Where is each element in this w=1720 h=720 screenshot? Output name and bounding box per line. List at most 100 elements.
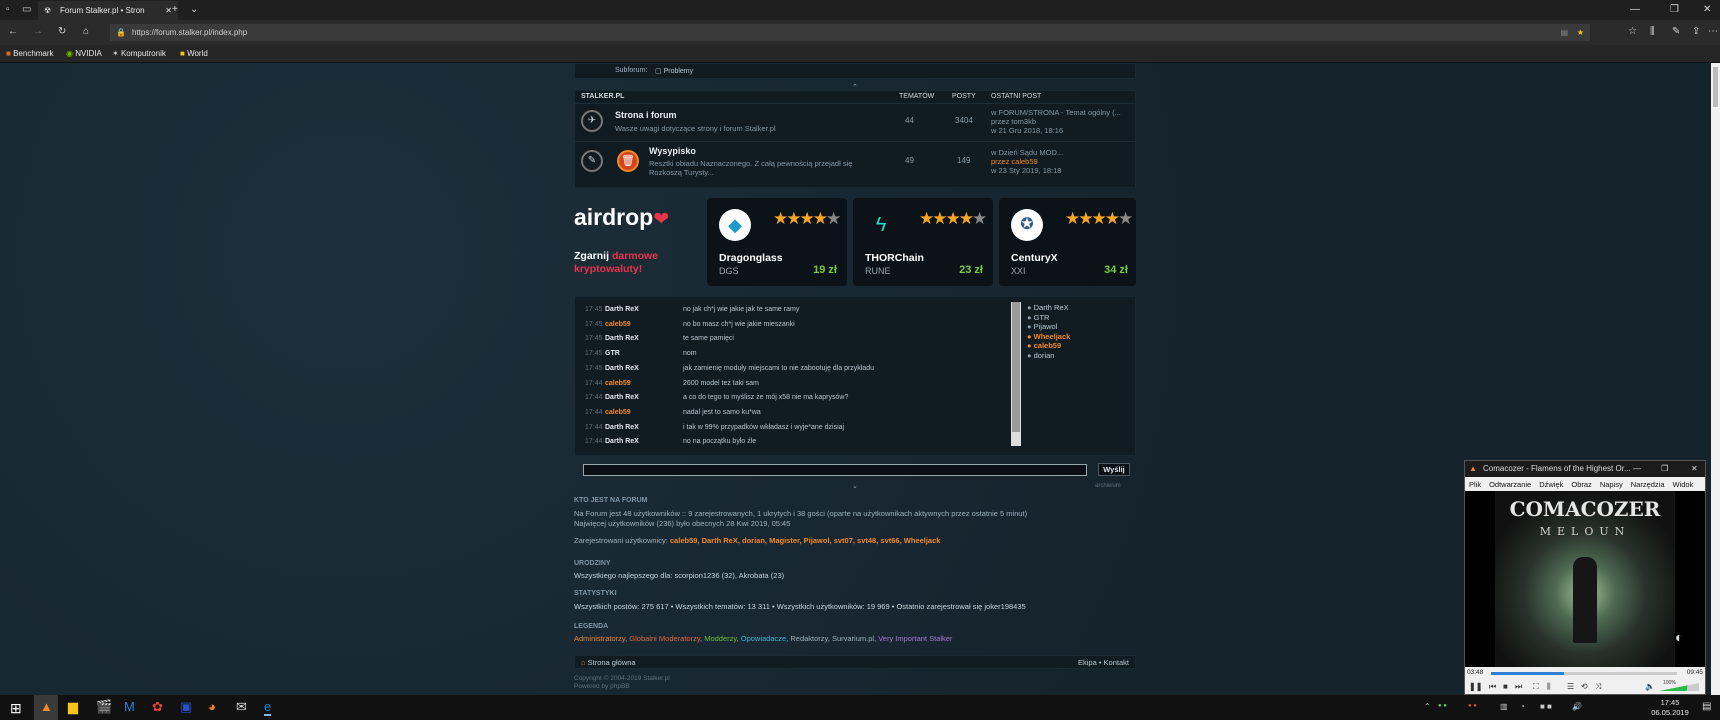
playlist-icon[interactable]: ☰	[1567, 681, 1574, 693]
tray-misc-icon[interactable]: ◔	[1520, 702, 1525, 711]
notes-icon[interactable]: ✎	[1672, 26, 1680, 38]
new-tab-icon[interactable]: +	[172, 4, 178, 16]
chat-user[interactable]: Darth ReX	[605, 421, 639, 436]
extended-settings-icon[interactable]: ⫼	[1547, 681, 1551, 693]
legend-modders[interactable]: Modderzy	[704, 634, 736, 643]
tray-overflow-icon[interactable]: ⌃	[1424, 702, 1431, 711]
maximize-icon[interactable]: ❐	[1670, 4, 1679, 16]
bookmark-nvidia[interactable]: ◉ NVIDIA	[66, 45, 102, 63]
coin-card-dragonglass[interactable]: ◆ ★★★★★ Dragonglass DGS 19 zł	[707, 198, 847, 286]
vlc-video-area[interactable]: COMACOZER MELOUN ◐	[1465, 491, 1705, 667]
coin-card-thorchain[interactable]: ϟ ★★★★★ THORChain RUNE 23 zł	[853, 198, 993, 286]
expand-icon[interactable]: ⌄	[852, 482, 858, 490]
mail-icon[interactable]: ✉	[236, 699, 247, 715]
forum-title-link[interactable]: Strona i forum	[615, 110, 677, 120]
chevron-down-icon[interactable]: ⌄	[190, 4, 198, 16]
legend-editors[interactable]: Redaktorzy	[790, 634, 827, 643]
fullscreen-icon[interactable]: ⛶	[1533, 681, 1539, 693]
chat-user[interactable]: caleb59	[605, 406, 631, 421]
bookmark-world[interactable]: ■ World	[180, 45, 208, 63]
who-online-heading[interactable]: KTO JEST NA FORUM	[574, 497, 648, 504]
home-icon[interactable]: ⌂	[83, 26, 89, 38]
clock-date[interactable]: 06.05.2019	[1644, 708, 1696, 717]
more-icon[interactable]: ⋯	[1708, 26, 1718, 38]
close-tab-icon[interactable]: ✕	[165, 1, 172, 20]
tray-volume-icon[interactable]: 🔊	[1572, 702, 1582, 711]
vlc-menu-tools[interactable]: Narzędzia	[1631, 480, 1665, 489]
chat-user[interactable]: caleb59	[605, 377, 631, 392]
airdrop-banner[interactable]: airdrop❤ Zgarnij darmowe kryptowaluty! ◆…	[574, 198, 1136, 286]
shuffle-icon[interactable]: ⤨	[1595, 681, 1601, 693]
app-red-icon[interactable]: ✿	[152, 699, 163, 715]
reading-list-icon[interactable]: ⫼	[1650, 26, 1655, 38]
taskbar-vlc[interactable]: ▲	[34, 695, 58, 720]
seek-bar[interactable]	[1491, 672, 1677, 675]
refresh-icon[interactable]: ↻	[58, 26, 66, 38]
archive-link[interactable]: archiwum	[1095, 483, 1121, 489]
action-center-icon[interactable]: ▤	[1702, 701, 1711, 712]
team-contact-links[interactable]: Ekipa • Kontakt	[1078, 658, 1129, 667]
chat-message-input[interactable]	[583, 464, 1087, 476]
home-link[interactable]: ⌂ Strona główna	[581, 658, 636, 667]
registered-users-list[interactable]: caleb59, Darth ReX, dorian, Magister, Pi…	[670, 536, 941, 545]
vlc-menu-audio[interactable]: Dźwięk	[1539, 480, 1563, 489]
stop-icon[interactable]: ■	[1503, 681, 1508, 693]
last-post-topic[interactable]: w Dzień Sądu MOD...	[991, 148, 1063, 157]
vlc-menu-view[interactable]: Widok	[1673, 480, 1694, 489]
chat-user[interactable]: Darth ReX	[605, 362, 639, 377]
chat-user[interactable]: caleb59	[605, 318, 631, 333]
back-icon[interactable]: ←	[8, 26, 18, 38]
tab-preview-icon[interactable]: ▭	[22, 4, 31, 16]
vlc-menu-file[interactable]: Plik	[1469, 480, 1481, 489]
legend-survarium[interactable]: Survarium.pl	[832, 634, 874, 643]
send-button[interactable]: Wyślij	[1098, 463, 1130, 476]
reading-view-icon[interactable]: ▤	[1560, 24, 1568, 41]
tab-actions-icon[interactable]: ▫	[6, 4, 10, 16]
clock-time[interactable]: 17:45	[1648, 698, 1692, 707]
vlc-menu-playback[interactable]: Odtwarzanie	[1489, 480, 1531, 489]
next-icon[interactable]: ⏭	[1515, 681, 1522, 693]
online-user[interactable]: ● Darth ReX	[1027, 303, 1069, 312]
online-user[interactable]: ● Wheeljack	[1027, 332, 1070, 341]
coin-card-centuryx[interactable]: ✪ ★★★★★ CenturyX XXI 34 zł	[999, 198, 1136, 286]
tab-forum[interactable]: ☢ Forum Stalker.pl • Stron ✕	[38, 1, 178, 20]
minimize-icon[interactable]: —	[1630, 4, 1640, 16]
page-scrollbar[interactable]	[1711, 63, 1720, 695]
edge-icon[interactable]: e	[264, 699, 272, 716]
bookmark-benchmark[interactable]: ■ Benchmark	[6, 45, 54, 63]
vlc-minimize-icon[interactable]: —	[1633, 461, 1641, 477]
last-post-topic[interactable]: w FORUM/STRONA - Temat ogólny (...	[991, 108, 1121, 117]
subforum-link-problemy[interactable]: ▢ Problemy	[655, 67, 693, 75]
legend-global-mods[interactable]: Globalni Moderatorzy	[629, 634, 700, 643]
favorites-hub-icon[interactable]: ☆	[1628, 26, 1637, 38]
chat-user[interactable]: Darth ReX	[605, 303, 639, 318]
tray-network-icon[interactable]: ▥	[1500, 702, 1508, 711]
pause-icon[interactable]: ❚❚	[1469, 681, 1482, 693]
mute-icon[interactable]: 🔈	[1645, 681, 1655, 693]
vlc-titlebar[interactable]: ▲ Comacozer - Flamens of the Highest Or.…	[1465, 461, 1705, 477]
chat-user[interactable]: Darth ReX	[605, 435, 639, 450]
firefox-icon[interactable]: ◕	[208, 699, 216, 714]
windows-start-icon[interactable]: ⊞	[10, 700, 22, 717]
last-post-author[interactable]: przez caleb59	[991, 157, 1038, 166]
vlc-menu-video[interactable]: Obraz	[1571, 480, 1591, 489]
media-icon[interactable]: 🎬	[96, 699, 112, 715]
vlc-menu-subtitles[interactable]: Napisy	[1600, 480, 1623, 489]
chat-user[interactable]: Darth ReX	[605, 332, 639, 347]
vlc-close-icon[interactable]: ✕	[1691, 461, 1698, 477]
forward-icon[interactable]: →	[33, 26, 43, 38]
category-title[interactable]: STALKER.PL	[581, 93, 624, 100]
url-input[interactable]: 🔒 https://forum.stalker.pl/index.php ▤ ★	[110, 24, 1590, 41]
loop-icon[interactable]: ⟲	[1581, 681, 1588, 693]
malwarebytes-icon[interactable]: M	[124, 699, 135, 714]
vlc-maximize-icon[interactable]: ❐	[1661, 461, 1668, 477]
file-explorer-icon[interactable]: ▆	[68, 699, 78, 715]
forum-title-link[interactable]: Wysypisko	[649, 146, 696, 156]
online-user[interactable]: ● Pijawol	[1027, 322, 1057, 331]
favorite-star-icon[interactable]: ★	[1577, 24, 1584, 41]
online-user[interactable]: ● dorian	[1027, 351, 1054, 360]
scrollbar-thumb[interactable]	[1012, 302, 1020, 432]
page-scrollbar-thumb[interactable]	[1713, 67, 1718, 107]
online-user[interactable]: ● caleb59	[1027, 341, 1061, 350]
previous-icon[interactable]: ⏮	[1489, 681, 1496, 693]
